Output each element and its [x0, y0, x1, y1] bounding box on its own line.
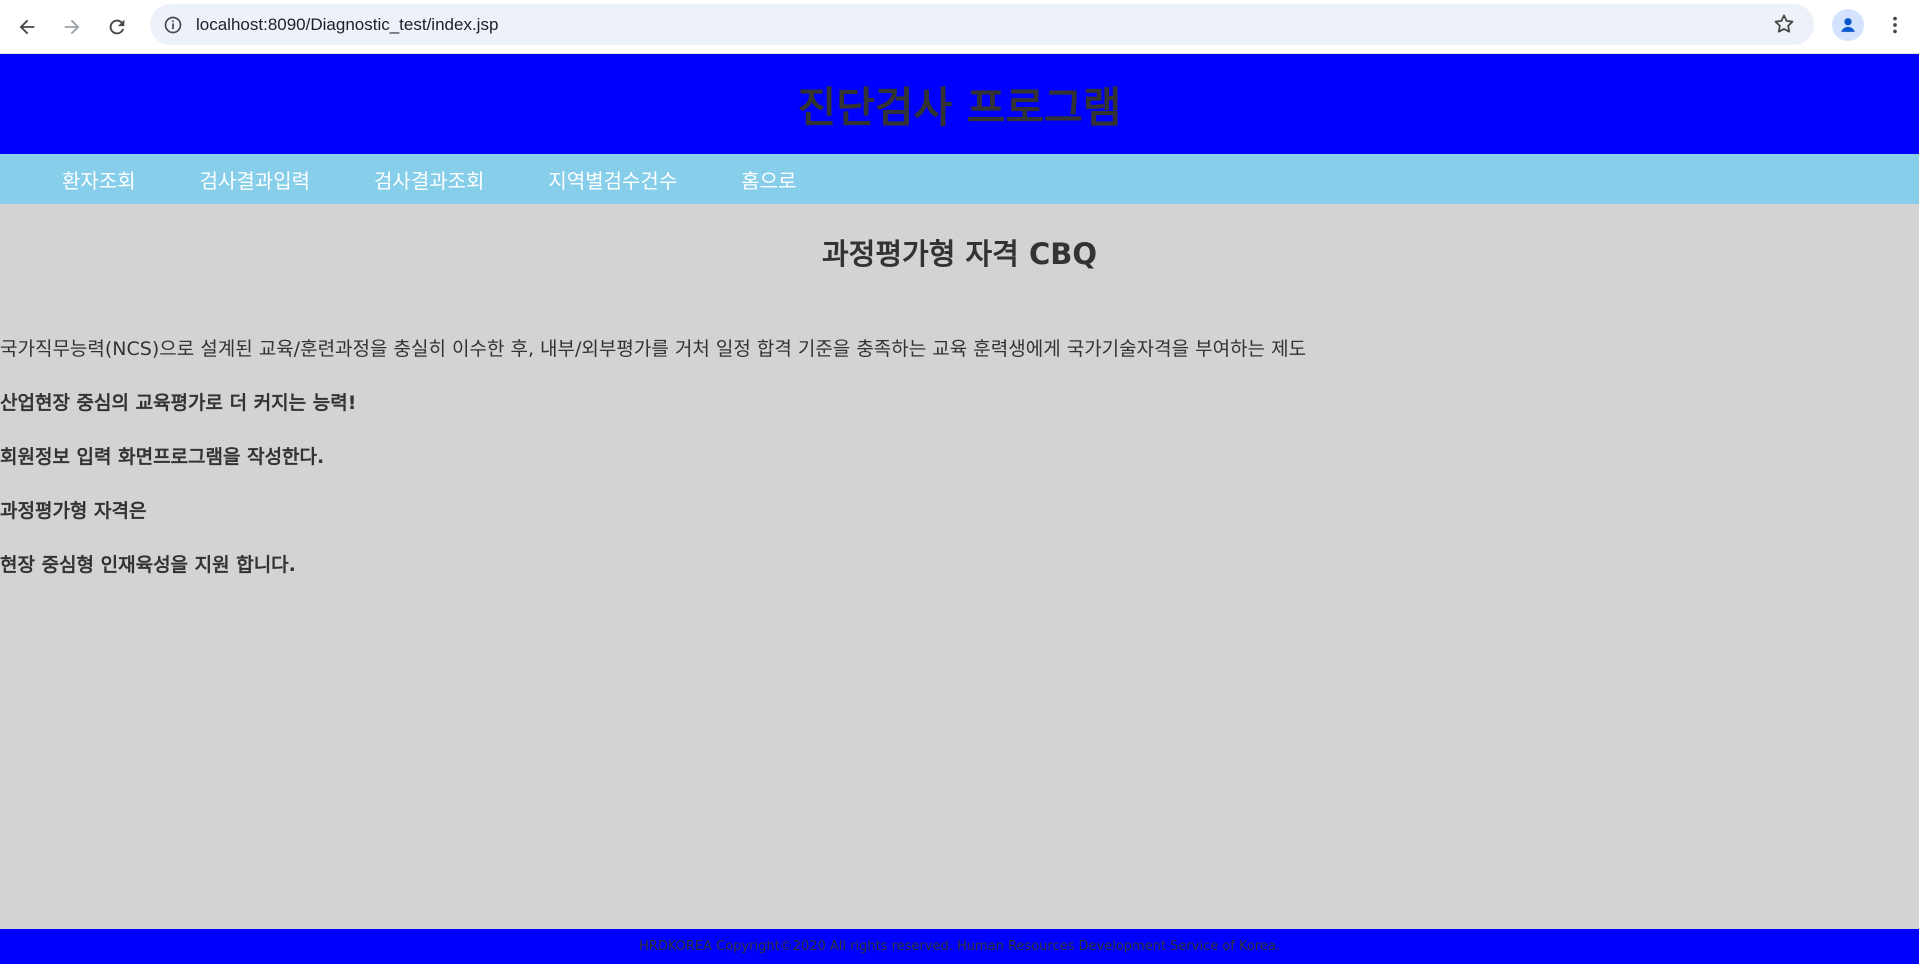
browser-toolbar: localhost:8090/Diagnostic_test/index.jsp: [0, 0, 1919, 54]
nav-patient-lookup[interactable]: 환자조회: [62, 165, 136, 194]
text-line: 현장 중심형 인재육성을 지원 합니다.: [0, 554, 296, 576]
main-content: 과정평가형 자격 CBQ 국가직무능력(NCS)으로 설계된 교육/훈련과정을 …: [0, 204, 1919, 929]
bookmark-star-icon[interactable]: [1772, 12, 1796, 36]
profile-avatar-icon[interactable]: [1832, 9, 1864, 41]
page-header: 진단검사 프로그램: [0, 54, 1919, 154]
back-button[interactable]: [9, 9, 45, 45]
reload-button[interactable]: [99, 9, 135, 45]
more-menu-icon[interactable]: [1880, 10, 1910, 40]
nav-home[interactable]: 홈으로: [741, 165, 796, 194]
main-nav: 환자조회 검사결과입력 검사결과조회 지역별검수건수 홈으로: [0, 154, 1919, 204]
forward-button[interactable]: [54, 9, 90, 45]
text-line: 과정평가형 자격은: [0, 500, 147, 522]
page-footer: HRDKOREA Copyright©2020 All rights reser…: [0, 929, 1919, 964]
nav-region-count[interactable]: 지역별검수건수: [548, 165, 677, 194]
reload-icon: [109, 19, 125, 34]
arrow-right-icon: [64, 19, 80, 34]
arrow-left-icon: [19, 19, 35, 34]
text-line: 회원정보 입력 화면프로그램을 작성한다.: [0, 446, 325, 468]
site-info-icon[interactable]: [160, 12, 186, 38]
nav-result-input[interactable]: 검사결과입력: [200, 165, 310, 194]
copyright-text: HRDKOREA Copyright©2020 All rights reser…: [639, 939, 1280, 954]
text-line: 산업현장 중심의 교육평가로 더 커지는 능력!: [0, 392, 357, 414]
url-text[interactable]: localhost:8090/Diagnostic_test/index.jsp: [196, 15, 498, 35]
section-heading: 과정평가형 자격 CBQ: [822, 237, 1097, 271]
intro-paragraph: 국가직무능력(NCS)으로 설계된 교육/훈련과정을 충실히 이수한 후, 내부…: [0, 338, 1307, 360]
nav-result-lookup[interactable]: 검사결과조회: [374, 165, 484, 194]
page-title: 진단검사 프로그램: [797, 82, 1122, 132]
address-bar[interactable]: localhost:8090/Diagnostic_test/index.jsp: [150, 4, 1814, 45]
